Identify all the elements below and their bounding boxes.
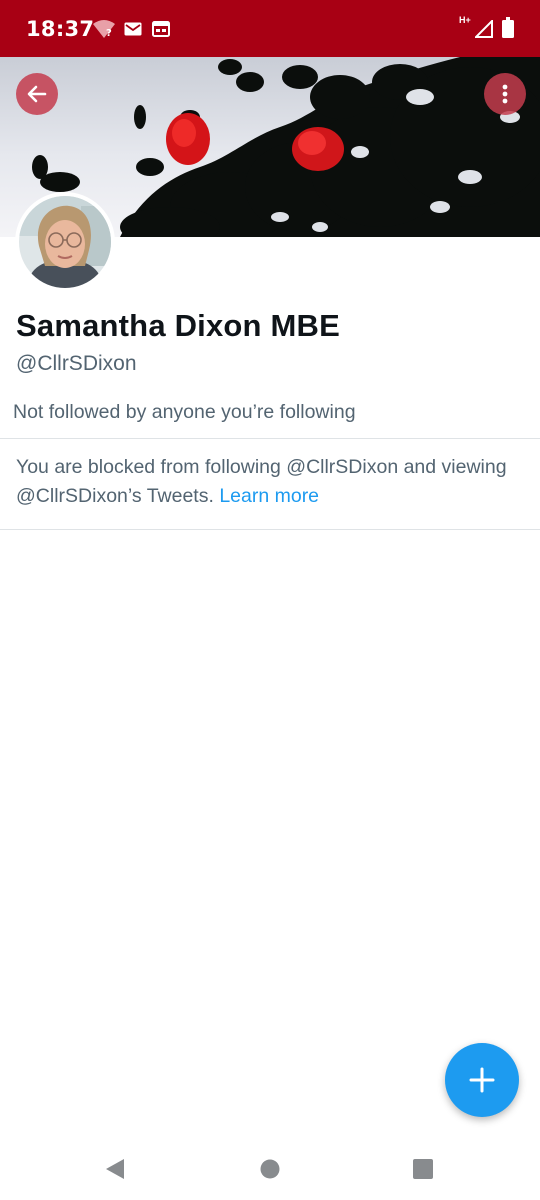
divider bbox=[0, 438, 540, 439]
status-time: 18:37 bbox=[26, 17, 95, 41]
back-triangle-icon[interactable] bbox=[104, 1157, 126, 1181]
status-bar: 18:37 ? H+ bbox=[0, 0, 540, 57]
divider bbox=[0, 529, 540, 530]
back-button[interactable] bbox=[16, 73, 58, 115]
followed-by-text: Not followed by anyone you’re following bbox=[13, 401, 356, 423]
more-vertical-icon bbox=[502, 84, 508, 104]
profile-handle: @CllrSDixon bbox=[16, 352, 137, 375]
svg-text:?: ? bbox=[106, 28, 112, 39]
calendar-icon bbox=[152, 21, 170, 37]
blocked-notice: You are blocked from following @CllrSDix… bbox=[16, 453, 516, 511]
profile-display-name: Samantha Dixon MBE bbox=[16, 308, 340, 343]
learn-more-link[interactable]: Learn more bbox=[219, 485, 319, 507]
battery-icon bbox=[502, 17, 514, 38]
recents-square-icon[interactable] bbox=[413, 1159, 433, 1179]
system-nav-bar bbox=[0, 1140, 540, 1200]
home-circle-icon[interactable] bbox=[260, 1159, 280, 1179]
compose-tweet-button[interactable] bbox=[445, 1043, 519, 1117]
plus-icon bbox=[469, 1067, 495, 1093]
more-options-button[interactable] bbox=[484, 73, 526, 115]
network-type-label: H+ bbox=[459, 15, 471, 25]
avatar-image bbox=[19, 196, 111, 288]
arrow-left-icon bbox=[27, 85, 47, 103]
gmail-icon bbox=[124, 22, 142, 36]
signal-icon bbox=[475, 20, 493, 38]
avatar[interactable] bbox=[15, 192, 115, 292]
wifi-question-icon: ? bbox=[93, 20, 115, 39]
